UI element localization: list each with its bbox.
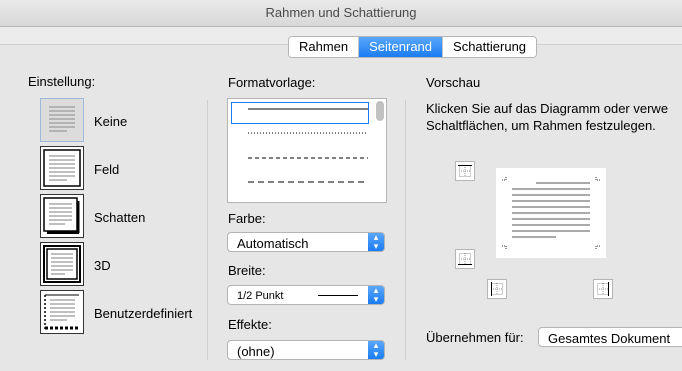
apply-to-value: Gesamtes Dokument (548, 331, 671, 346)
preview-hint-line2: Schaltflächen, um Rahmen festzulegen. (426, 118, 656, 133)
tab-rahmen[interactable]: Rahmen (289, 37, 360, 57)
column-divider-left (207, 100, 208, 360)
setting-box-label[interactable]: Feld (94, 162, 119, 177)
setting-3d-icon[interactable] (40, 242, 84, 286)
preview-heading: Vorschau (426, 75, 481, 90)
effects-label: Effekte: (228, 317, 272, 332)
border-right-button[interactable] (593, 279, 613, 299)
width-label: Breite: (228, 263, 266, 278)
setting-none-label[interactable]: Keine (94, 114, 127, 129)
preview-hint-line1: Klicken Sie auf das Diagramm oder verwe (426, 101, 669, 116)
setting-box-icon[interactable] (40, 146, 84, 190)
color-popup-chevron-icon: ▴ ▾ (368, 233, 384, 251)
title-bar: Rahmen und Schattierung (0, 0, 682, 27)
border-top-button[interactable] (455, 161, 475, 181)
effects-popup-chevron-icon: ▴ ▾ (368, 341, 384, 359)
tab-bar: Rahmen Seitenrand Schattierung (288, 36, 538, 58)
line-style-list[interactable] (227, 98, 387, 203)
width-value: 1/2 Punkt (237, 290, 284, 302)
border-left-button[interactable] (487, 279, 507, 299)
setting-3d-label[interactable]: 3D (94, 258, 111, 273)
setting-shadow-icon[interactable] (40, 194, 84, 238)
width-sample-line-icon (318, 295, 358, 296)
window-title: Rahmen und Schattierung (265, 5, 417, 20)
line-style-scrollbar[interactable] (376, 101, 384, 121)
color-value: Automatisch (237, 236, 309, 251)
setting-custom-icon[interactable] (40, 290, 84, 334)
setting-shadow-label[interactable]: Schatten (94, 210, 145, 225)
effects-popup[interactable]: (ohne) ▴ ▾ (227, 340, 385, 360)
tab-seitenrand[interactable]: Seitenrand (359, 37, 444, 57)
width-popup[interactable]: 1/2 Punkt ▴ ▾ (227, 285, 385, 305)
apply-to-label: Übernehmen für: (426, 330, 524, 345)
setting-custom-label[interactable]: Benutzerdefiniert (94, 306, 192, 321)
width-popup-chevron-icon: ▴ ▾ (368, 286, 384, 304)
style-heading: Formatvorlage: (228, 75, 316, 90)
color-popup[interactable]: Automatisch ▴ ▾ (227, 232, 385, 252)
setting-none-icon[interactable] (40, 98, 84, 142)
column-divider-right (405, 100, 406, 360)
border-bottom-button[interactable] (455, 249, 475, 269)
preview-diagram[interactable] (496, 168, 606, 258)
effects-value: (ohne) (237, 344, 275, 359)
settings-heading: Einstellung: (28, 74, 96, 89)
tab-schattierung[interactable]: Schattierung (443, 37, 537, 57)
apply-to-popup[interactable]: Gesamtes Dokument (538, 327, 682, 347)
color-label: Farbe: (228, 211, 266, 226)
